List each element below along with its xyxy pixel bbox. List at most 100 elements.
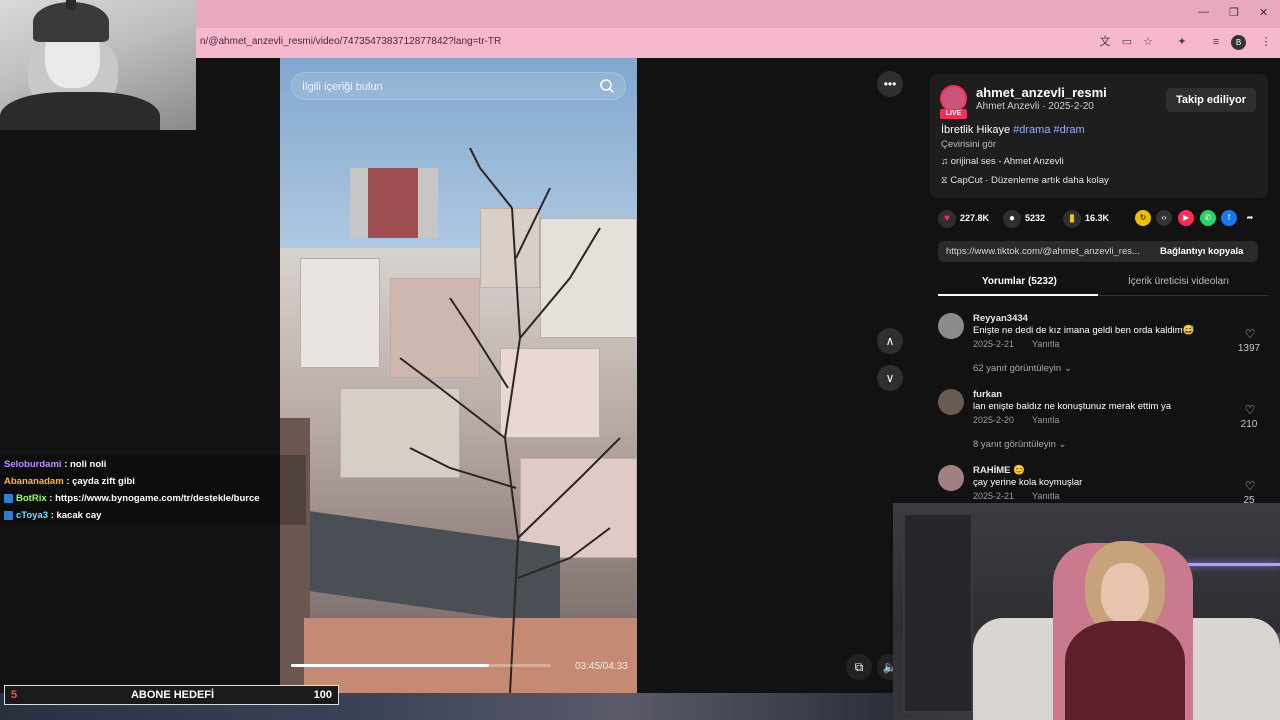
menu-dots-icon[interactable]: ⋮ — [1259, 35, 1273, 49]
following-button[interactable]: Takip ediliyor — [1166, 88, 1256, 112]
comment-avatar[interactable] — [938, 313, 964, 339]
view-replies-link[interactable]: 8 yanıt görüntüleyin ⌄ — [973, 439, 1067, 450]
chevron-up-icon[interactable]: ∧ — [877, 328, 903, 354]
cam-person-body — [1065, 621, 1185, 720]
media-icon[interactable]: ≡ — [1209, 35, 1223, 49]
sound-label: orijinal ses - Ahmet Anzevli — [950, 156, 1064, 167]
comment-meta: 2025-2-21 Yanıtla — [973, 491, 1059, 501]
chevron-down-icon[interactable]: ∨ — [877, 365, 903, 391]
creator-username[interactable]: ahmet_anzevli_resmi — [976, 85, 1107, 100]
whatsapp-icon[interactable]: ✆ — [1200, 210, 1216, 226]
comment-avatar[interactable] — [938, 389, 964, 415]
comment-username[interactable]: furkan — [973, 389, 1002, 400]
tab-creator-videos[interactable]: İçerik üreticisi videoları — [1128, 276, 1229, 287]
translate-icon[interactable]: 文 — [1098, 35, 1112, 49]
comment-text: Enişte ne dedi de kız imana geldi ben or… — [973, 325, 1195, 336]
creator-avatar[interactable] — [940, 85, 967, 112]
chat-message: BotRix : https://www.bynogame.com/tr/des… — [4, 493, 260, 504]
share-link-box: https://www.tiktok.com/@ahmet_anzevli_re… — [938, 241, 1258, 262]
pip-icon[interactable]: ⧉ — [846, 654, 872, 680]
cam-figure-uniform — [0, 92, 160, 130]
bot-badge-icon — [4, 493, 13, 503]
chat-username: BotRix — [16, 493, 47, 504]
comment-meta: 2025-2-20 Yanıtla — [973, 415, 1059, 425]
goal-current: 5 — [11, 689, 18, 701]
share-link-url[interactable]: https://www.tiktok.com/@ahmet_anzevli_re… — [946, 246, 1146, 257]
comment-date: 2025-2-21 — [973, 339, 1015, 349]
facebook-icon[interactable]: f — [1221, 210, 1237, 226]
embed-icon[interactable]: ‹› — [1156, 210, 1172, 226]
cam-door — [903, 513, 973, 713]
search-input[interactable]: İlgili içeriği bulun — [291, 72, 626, 100]
heart-icon: ♥ — [938, 209, 956, 228]
search-icon[interactable] — [599, 78, 615, 94]
profile-avatar[interactable]: B — [1231, 35, 1246, 50]
video-player[interactable] — [280, 58, 637, 693]
action-bar: ♥ 227.8K ● 5232 ▮ 16.3K ↻ ‹› ▶ ✆ f ➦ — [930, 208, 1268, 228]
minimize-icon[interactable]: — — [1198, 6, 1209, 18]
comment-like-icon[interactable]: ♡ — [1238, 403, 1262, 417]
reply-link[interactable]: Yanıtla — [1032, 339, 1059, 349]
view-replies-link[interactable]: 62 yanıt görüntüleyin ⌄ — [973, 363, 1072, 374]
comment-like-icon[interactable]: ♡ — [1238, 479, 1262, 493]
chat-message: Abananadam : çayda zift gibi — [4, 476, 135, 487]
close-icon[interactable]: ✕ — [1259, 6, 1268, 19]
post-info-card: LIVE ahmet_anzevli_resmi Ahmet Anzevli ·… — [930, 74, 1268, 198]
like-button[interactable]: ♥ 227.8K — [938, 208, 989, 228]
comment-avatar[interactable] — [938, 465, 964, 491]
bookmark-icon: ▮ — [1063, 209, 1081, 228]
capcut-label: CapCut · Düzenleme artık daha kolay — [950, 175, 1109, 186]
tab-comments[interactable]: Yorumlar (5232) — [982, 276, 1057, 287]
video-time: 03:45/04:33 — [575, 661, 628, 672]
screen: — ❐ ✕ n/@ahmet_anzevli_resmi/video/74735… — [0, 0, 1280, 720]
more-options-icon[interactable]: ••• — [877, 71, 903, 97]
chat-text: : kacak cay — [50, 510, 102, 521]
save-count: 16.3K — [1085, 213, 1110, 223]
hashtags[interactable]: #drama #dram — [1013, 124, 1085, 136]
restore-icon[interactable]: ❐ — [1229, 6, 1239, 19]
see-translation-link[interactable]: Çevirisini gör — [941, 139, 996, 150]
copy-link-button[interactable]: Bağlantıyı kopyala — [1160, 246, 1243, 257]
video-progress-bar[interactable] — [291, 664, 551, 667]
like-count: 227.8K — [960, 213, 990, 223]
comment-like-count: 1397 — [1237, 343, 1261, 354]
send-icon[interactable]: ▶ — [1178, 210, 1194, 226]
chat-text: : noli noli — [64, 459, 107, 470]
comment-button[interactable]: ● 5232 — [1003, 208, 1045, 228]
panel-tabs: Yorumlar (5232) İçerik üreticisi videola… — [938, 270, 1268, 296]
comment-like-count: 210 — [1240, 419, 1258, 430]
original-sound[interactable]: ♫ orijinal ses - Ahmet Anzevli — [941, 156, 1064, 167]
chat-text: : çayda zift gibi — [66, 476, 135, 487]
reply-link[interactable]: Yanıtla — [1032, 415, 1059, 425]
post-description: İbretlik Hikaye #drama #dram — [941, 124, 1085, 136]
comment-meta: 2025-2-21 Yanıtla — [973, 339, 1059, 349]
cast-icon[interactable]: ▭ — [1120, 35, 1134, 49]
goal-label: ABONE HEDEFİ — [130, 689, 215, 701]
capcut-link[interactable]: ⧖ CapCut · Düzenleme artık daha kolay — [941, 175, 1109, 186]
comment-username[interactable]: RAHİME 😊 — [973, 465, 1025, 476]
comment-text: lan enişte baldız ne konuştunuz merak et… — [973, 401, 1172, 412]
chat-username: Abananadam — [4, 476, 64, 487]
comment-username[interactable]: Reyyan3434 — [973, 313, 1028, 324]
comment-date: 2025-2-20 — [973, 415, 1015, 425]
chat-message: Seloburdami : noli noli — [4, 459, 106, 470]
reply-link[interactable]: Yanıtla — [1032, 491, 1059, 501]
cam-figure-helmet-spike — [66, 0, 76, 10]
url-text[interactable]: n/@ahmet_anzevli_resmi/video/74735473837… — [200, 36, 501, 47]
share-arrow-icon[interactable]: ➦ — [1242, 210, 1258, 226]
music-note-icon: ♫ — [941, 156, 951, 167]
post-details-panel: LIVE ahmet_anzevli_resmi Ahmet Anzevli ·… — [918, 58, 1280, 506]
chat-username: cToya3 — [16, 510, 49, 521]
webcam-overlay-top — [0, 0, 196, 130]
repost-icon[interactable]: ↻ — [1135, 210, 1151, 226]
search-placeholder: İlgili içeriği bulun — [302, 81, 383, 93]
comment-like-icon[interactable]: ♡ — [1238, 327, 1262, 341]
save-button[interactable]: ▮ 16.3K — [1063, 208, 1109, 228]
cam-person-face — [1101, 563, 1149, 623]
tab-active-indicator — [938, 294, 1098, 296]
subscriber-goal: ABONE HEDEFİ 5 100 — [4, 685, 339, 705]
creator-subtitle: Ahmet Anzevli · 2025-2-20 — [976, 101, 1094, 112]
chat-text: : https://www.bynogame.com/tr/destekle/b… — [49, 493, 260, 504]
extensions-icon[interactable]: ✦ — [1175, 35, 1189, 49]
bookmark-star-icon[interactable]: ☆ — [1141, 35, 1155, 49]
